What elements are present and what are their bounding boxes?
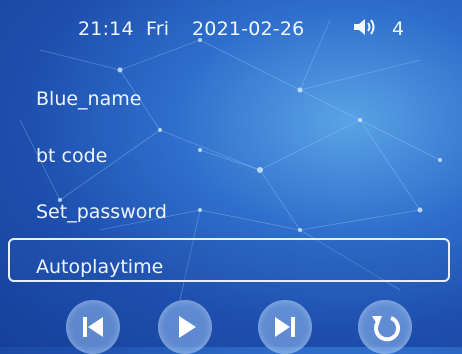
- weekday: Fri: [146, 18, 170, 40]
- speaker-icon: [352, 17, 380, 37]
- menu-item-bt-code[interactable]: bt code: [36, 145, 107, 167]
- status-bar: 21:14 Fri 2021-02-26 4: [0, 12, 462, 42]
- menu-item-set-password[interactable]: Set_password: [36, 201, 167, 223]
- skip-next-icon: [275, 317, 295, 337]
- skip-previous-button[interactable]: [66, 300, 120, 354]
- date: 2021-02-26: [192, 18, 305, 40]
- skip-previous-icon: [83, 317, 103, 337]
- play-icon: [179, 316, 196, 338]
- menu-item-blue-name[interactable]: Blue_name: [36, 88, 141, 110]
- return-button[interactable]: [358, 300, 412, 354]
- menu-item-autoplaytime[interactable]: Autoplaytime: [8, 238, 450, 282]
- skip-next-button[interactable]: [258, 300, 312, 354]
- return-icon: [372, 316, 401, 342]
- clock-time: 21:14: [78, 18, 134, 40]
- menu-item-label: Autoplaytime: [36, 256, 164, 278]
- network-background: [19, 19, 442, 301]
- volume-level: 4: [392, 18, 405, 40]
- play-button[interactable]: [158, 300, 212, 354]
- control-bar: [0, 300, 462, 354]
